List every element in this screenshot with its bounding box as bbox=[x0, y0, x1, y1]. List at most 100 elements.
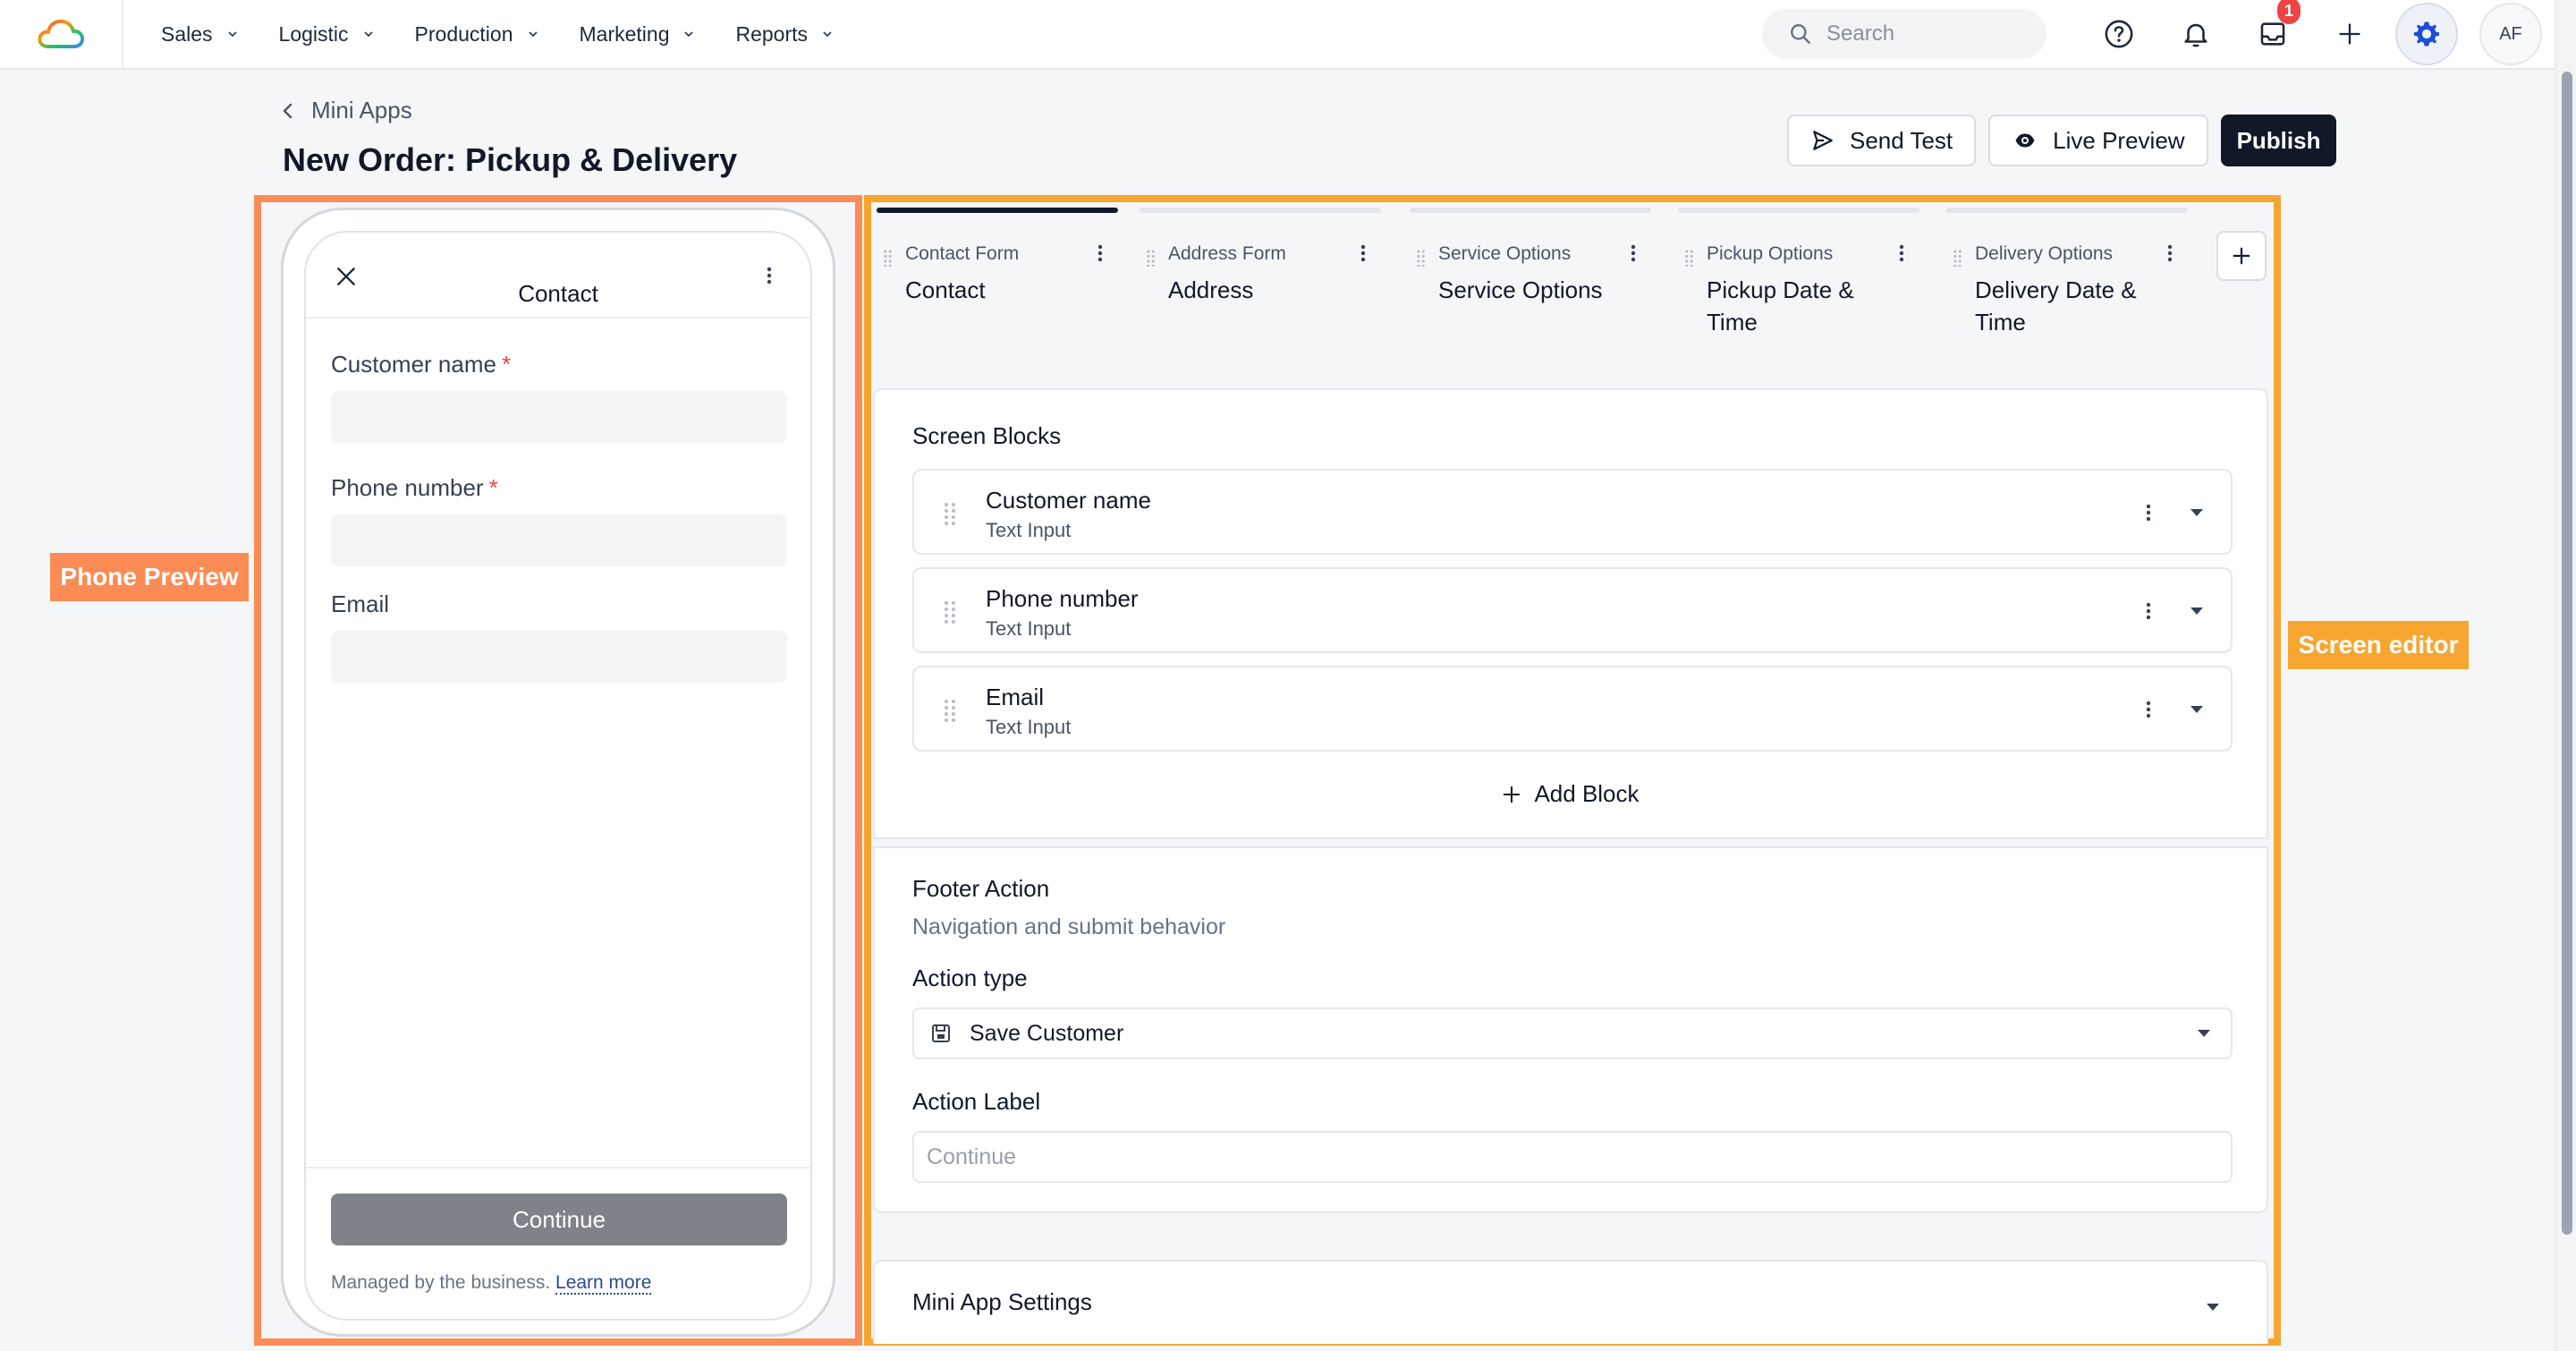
scrollbar-thumb[interactable] bbox=[2562, 72, 2572, 1235]
action-label-input[interactable] bbox=[912, 1131, 2233, 1183]
nav-item-production[interactable]: Production bbox=[415, 22, 538, 47]
caret-down-icon[interactable] bbox=[2190, 705, 2204, 714]
tab-body: Service Options Service Options bbox=[1410, 243, 1651, 306]
action-type-select[interactable]: Save Customer bbox=[912, 1007, 2233, 1059]
send-icon bbox=[1813, 131, 1833, 150]
drag-handle-icon[interactable] bbox=[1946, 243, 1975, 267]
tab-service-options[interactable]: Service Options Service Options bbox=[1410, 208, 1651, 306]
caret-down-icon[interactable] bbox=[2190, 508, 2204, 517]
eye-icon bbox=[2015, 133, 2035, 148]
more-vertical-icon[interactable] bbox=[2145, 503, 2152, 524]
settings-button[interactable] bbox=[2395, 3, 2458, 65]
inbox-button[interactable]: 1 bbox=[2234, 0, 2311, 69]
top-navigation-bar: Sales Logistic Production Marketing Repo… bbox=[0, 0, 2555, 70]
bell-icon bbox=[2184, 23, 2207, 47]
tab-pickup-options[interactable]: Pickup Options Pickup Date & Time bbox=[1678, 208, 1919, 338]
drag-handle-icon[interactable] bbox=[941, 599, 959, 625]
email-input[interactable] bbox=[331, 631, 787, 683]
tab-body: Pickup Options Pickup Date & Time bbox=[1678, 243, 1919, 338]
tab-name: Delivery Date & Time bbox=[1975, 276, 2137, 336]
chevron-down-icon bbox=[823, 31, 832, 38]
drag-handle-icon[interactable] bbox=[941, 501, 959, 526]
field-label-text: Customer name bbox=[331, 351, 496, 378]
nav-item-marketing[interactable]: Marketing bbox=[580, 22, 695, 47]
tab-name: Service Options bbox=[1438, 276, 1603, 303]
notifications-button[interactable] bbox=[2157, 0, 2234, 69]
nav-label: Marketing bbox=[579, 21, 670, 46]
drag-handle-icon[interactable] bbox=[1410, 243, 1438, 267]
publish-button[interactable]: Publish bbox=[2220, 115, 2337, 166]
tab-type: Service Options bbox=[1438, 243, 1572, 264]
phone-header: Contact bbox=[306, 233, 810, 319]
block-customer-name[interactable]: Customer name Text Input bbox=[912, 469, 2233, 555]
action-label-label: Action Label bbox=[912, 1088, 1041, 1115]
tab-contact[interactable]: Contact Form Contact bbox=[877, 208, 1118, 306]
more-vertical-icon[interactable] bbox=[1097, 243, 1104, 265]
screen-blocks-card: Screen Blocks Customer name Text Input P… bbox=[873, 388, 2268, 839]
drag-handle-icon[interactable] bbox=[877, 243, 905, 267]
chevron-down-icon bbox=[684, 31, 694, 38]
search-input[interactable] bbox=[1826, 21, 2023, 47]
tab-body: Address Form Address bbox=[1140, 243, 1381, 306]
help-button[interactable] bbox=[2080, 0, 2157, 69]
caret-down-icon[interactable] bbox=[2190, 607, 2204, 616]
create-button[interactable] bbox=[2311, 0, 2388, 69]
screen-editor-annotation-tag: Screen editor bbox=[2288, 621, 2469, 669]
breadcrumb-label: Mini Apps bbox=[311, 97, 412, 123]
action-type-value: Save Customer bbox=[970, 1020, 1124, 1046]
more-vertical-icon[interactable] bbox=[2166, 243, 2174, 265]
close-icon[interactable] bbox=[335, 265, 358, 288]
drag-handle-icon[interactable] bbox=[1678, 243, 1707, 267]
more-vertical-icon[interactable] bbox=[2145, 700, 2152, 721]
nav-item-logistic[interactable]: Logistic bbox=[279, 22, 374, 47]
more-vertical-icon[interactable] bbox=[1898, 243, 1905, 265]
more-vertical-icon[interactable] bbox=[1360, 243, 1367, 265]
field-label: Email bbox=[331, 591, 787, 618]
cloud-logo-icon bbox=[38, 19, 85, 48]
tab-delivery-options[interactable]: Delivery Options Delivery Date & Time bbox=[1946, 208, 2188, 338]
tab-address[interactable]: Address Form Address bbox=[1140, 208, 1381, 306]
add-block-label: Add Block bbox=[1534, 780, 1640, 807]
tab-indicator bbox=[1410, 208, 1651, 213]
phone-continue-button[interactable]: Continue bbox=[331, 1194, 787, 1245]
add-block-button[interactable]: Add Block bbox=[875, 780, 2267, 808]
nav-item-reports[interactable]: Reports bbox=[735, 22, 833, 47]
learn-more-link[interactable]: Learn more bbox=[555, 1272, 652, 1295]
search-box[interactable] bbox=[1762, 9, 2046, 59]
add-screen-button[interactable] bbox=[2216, 231, 2267, 281]
required-marker: * bbox=[501, 351, 512, 378]
avatar[interactable]: AF bbox=[2479, 3, 2542, 65]
footer-action-card: Footer Action Navigation and submit beha… bbox=[873, 846, 2268, 1213]
live-preview-button[interactable]: Live Preview bbox=[1988, 115, 2208, 166]
mini-app-settings-card[interactable]: Mini App Settings bbox=[873, 1260, 2268, 1344]
inbox-icon bbox=[2260, 22, 2285, 46]
send-test-button[interactable]: Send Test bbox=[1787, 115, 1977, 166]
phone-number-input[interactable] bbox=[331, 514, 787, 566]
page-scrollbar[interactable] bbox=[2555, 0, 2576, 1351]
tab-indicator bbox=[1140, 208, 1381, 213]
mini-app-settings-title: Mini App Settings bbox=[912, 1288, 1092, 1315]
more-vertical-icon[interactable] bbox=[1630, 243, 1637, 265]
app-logo[interactable] bbox=[0, 0, 123, 69]
tab-indicator bbox=[1678, 208, 1919, 213]
drag-handle-icon[interactable] bbox=[941, 698, 959, 723]
block-email[interactable]: Email Text Input bbox=[912, 666, 2233, 752]
field-label: Phone number * bbox=[331, 474, 787, 502]
phone-field-email: Email bbox=[331, 591, 787, 683]
nav-item-sales[interactable]: Sales bbox=[161, 22, 238, 47]
page-title: New Order: Pickup & Delivery bbox=[283, 141, 738, 178]
search-icon bbox=[1791, 24, 1810, 44]
breadcrumb[interactable]: Mini Apps bbox=[281, 97, 412, 124]
block-phone-number[interactable]: Phone number Text Input bbox=[912, 567, 2233, 653]
customer-name-input[interactable] bbox=[331, 391, 787, 443]
block-type: Text Input bbox=[986, 519, 1072, 541]
block-type: Text Input bbox=[986, 716, 1072, 738]
more-vertical-icon[interactable] bbox=[2145, 601, 2152, 623]
plus-icon bbox=[2233, 247, 2250, 265]
caret-down-icon[interactable] bbox=[2206, 1303, 2220, 1312]
tab-type: Address Form bbox=[1168, 243, 1286, 264]
inbox-badge: 1 bbox=[2277, 0, 2301, 24]
field-label-text: Email bbox=[331, 591, 390, 617]
drag-handle-icon[interactable] bbox=[1140, 243, 1168, 267]
more-vertical-icon[interactable] bbox=[766, 265, 773, 286]
